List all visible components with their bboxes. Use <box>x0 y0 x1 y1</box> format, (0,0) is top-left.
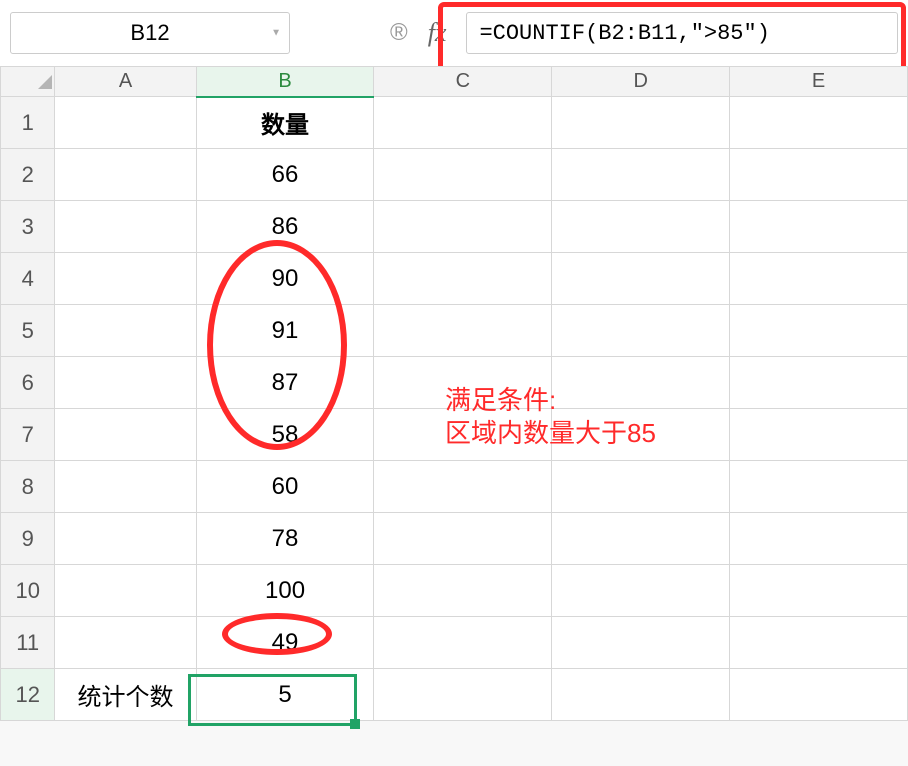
cell-A4[interactable] <box>55 253 196 305</box>
cell-D10[interactable] <box>552 565 730 617</box>
row-header-6[interactable]: 6 <box>1 357 55 409</box>
cell-D5[interactable] <box>552 305 730 357</box>
cell-A12[interactable]: 统计个数 <box>55 669 196 721</box>
name-box-value: B12 <box>130 20 169 46</box>
cell-B7[interactable]: 58 <box>196 409 374 461</box>
cell-E6[interactable] <box>730 357 908 409</box>
cell-B11[interactable]: 49 <box>196 617 374 669</box>
cell-B8[interactable]: 60 <box>196 461 374 513</box>
cell-A3[interactable] <box>55 201 196 253</box>
cell-C5[interactable] <box>374 305 552 357</box>
select-all-corner[interactable] <box>1 67 55 97</box>
cell-B4[interactable]: 90 <box>196 253 374 305</box>
column-header-A[interactable]: A <box>55 67 196 97</box>
cell-B5[interactable]: 91 <box>196 305 374 357</box>
row-header-3[interactable]: 3 <box>1 201 55 253</box>
cell-B1[interactable]: 数量 <box>196 97 374 149</box>
cell-A9[interactable] <box>55 513 196 565</box>
formula-text: =COUNTIF(B2:B11,">85") <box>479 21 769 46</box>
cell-E4[interactable] <box>730 253 908 305</box>
annotation-line-2: 区域内数量大于85 <box>445 417 656 450</box>
cell-C11[interactable] <box>374 617 552 669</box>
cell-E9[interactable] <box>730 513 908 565</box>
annotation-text: 满足条件: 区域内数量大于85 <box>445 384 656 449</box>
cell-D4[interactable] <box>552 253 730 305</box>
row-header-1[interactable]: 1 <box>1 97 55 149</box>
column-header-D[interactable]: D <box>552 67 730 97</box>
column-header-B[interactable]: B <box>196 67 374 97</box>
cell-D3[interactable] <box>552 201 730 253</box>
name-box[interactable]: B12 ▼ <box>10 12 290 54</box>
cell-D1[interactable] <box>552 97 730 149</box>
fx-icon[interactable]: fx <box>428 18 447 48</box>
row-header-12[interactable]: 12 <box>1 669 55 721</box>
fill-handle[interactable] <box>350 719 360 729</box>
cell-A5[interactable] <box>55 305 196 357</box>
cell-B3[interactable]: 86 <box>196 201 374 253</box>
chevron-down-icon[interactable]: ▼ <box>271 28 281 39</box>
cell-B9[interactable]: 78 <box>196 513 374 565</box>
cell-B12[interactable]: 5 <box>196 669 374 721</box>
cell-C3[interactable] <box>374 201 552 253</box>
cell-A7[interactable] <box>55 409 196 461</box>
row-header-9[interactable]: 9 <box>1 513 55 565</box>
row-header-10[interactable]: 10 <box>1 565 55 617</box>
cell-E8[interactable] <box>730 461 908 513</box>
row-header-8[interactable]: 8 <box>1 461 55 513</box>
cell-C1[interactable] <box>374 97 552 149</box>
cell-A2[interactable] <box>55 149 196 201</box>
cell-A10[interactable] <box>55 565 196 617</box>
cell-A11[interactable] <box>55 617 196 669</box>
cell-D11[interactable] <box>552 617 730 669</box>
cell-C8[interactable] <box>374 461 552 513</box>
cell-C4[interactable] <box>374 253 552 305</box>
cell-E10[interactable] <box>730 565 908 617</box>
cell-B6[interactable]: 87 <box>196 357 374 409</box>
cell-E5[interactable] <box>730 305 908 357</box>
cell-A6[interactable] <box>55 357 196 409</box>
cell-E1[interactable] <box>730 97 908 149</box>
cell-B10[interactable]: 100 <box>196 565 374 617</box>
cell-D2[interactable] <box>552 149 730 201</box>
annotation-line-1: 满足条件: <box>445 384 656 417</box>
cell-E11[interactable] <box>730 617 908 669</box>
cell-C10[interactable] <box>374 565 552 617</box>
cell-A1[interactable] <box>55 97 196 149</box>
cell-D8[interactable] <box>552 461 730 513</box>
cell-D12[interactable] <box>552 669 730 721</box>
cell-E7[interactable] <box>730 409 908 461</box>
row-header-5[interactable]: 5 <box>1 305 55 357</box>
cell-E12[interactable] <box>730 669 908 721</box>
column-header-E[interactable]: E <box>730 67 908 97</box>
cell-C2[interactable] <box>374 149 552 201</box>
formula-bar[interactable]: =COUNTIF(B2:B11,">85") <box>466 12 898 54</box>
cell-A8[interactable] <box>55 461 196 513</box>
registered-icon: ® <box>390 19 408 47</box>
cell-B2[interactable]: 66 <box>196 149 374 201</box>
cell-D9[interactable] <box>552 513 730 565</box>
cell-C9[interactable] <box>374 513 552 565</box>
row-header-11[interactable]: 11 <box>1 617 55 669</box>
column-header-C[interactable]: C <box>374 67 552 97</box>
row-header-4[interactable]: 4 <box>1 253 55 305</box>
formula-toolbar: B12 ▼ ® fx =COUNTIF(B2:B11,">85") <box>0 0 908 66</box>
cell-C12[interactable] <box>374 669 552 721</box>
cell-E2[interactable] <box>730 149 908 201</box>
cell-E3[interactable] <box>730 201 908 253</box>
spreadsheet-grid[interactable]: A B C D E 1 数量 2 66 3 86 <box>0 66 908 721</box>
row-header-2[interactable]: 2 <box>1 149 55 201</box>
row-header-7[interactable]: 7 <box>1 409 55 461</box>
